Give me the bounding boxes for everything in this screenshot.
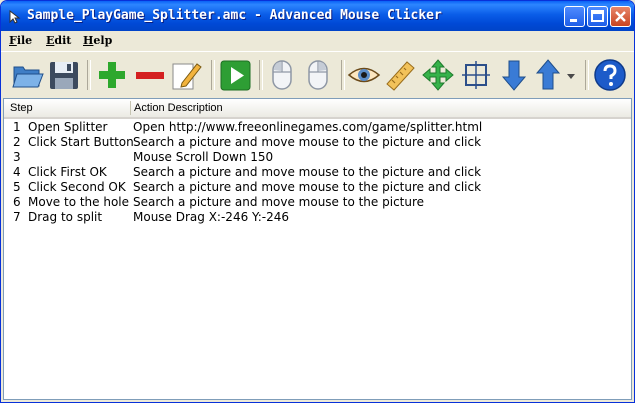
delete-minus-icon	[136, 72, 164, 79]
open-button[interactable]	[11, 58, 45, 92]
menu-file[interactable]: File	[9, 34, 32, 47]
row-number: 3	[13, 150, 21, 164]
menu-bar: File Edit Help	[1, 31, 634, 51]
row-step: Click Start Button	[28, 135, 134, 149]
play-icon	[220, 60, 251, 91]
move-arrows-icon	[422, 59, 454, 91]
minimize-icon	[570, 19, 577, 22]
ruler-icon	[386, 61, 415, 91]
close-button[interactable]	[610, 6, 631, 27]
row-number: 7	[13, 210, 21, 224]
move-down-button[interactable]	[497, 58, 531, 92]
row-step: Drag to split	[28, 210, 103, 224]
toolbar-separator	[585, 60, 589, 90]
app-mouse-icon	[9, 9, 21, 24]
open-folder-icon	[12, 66, 44, 88]
save-button[interactable]	[47, 58, 81, 92]
maximize-icon	[591, 10, 604, 22]
table-row[interactable]: 7 Drag to split Mouse Drag X:-246 Y:-246	[4, 210, 631, 225]
close-icon	[615, 11, 626, 22]
column-header-step[interactable]: Step	[10, 102, 33, 114]
table-row[interactable]: 6 Move to the hole Search a picture and …	[4, 195, 631, 210]
edit-step-button[interactable]	[169, 58, 203, 92]
row-step: Move to the hole	[28, 195, 130, 209]
row-description: Mouse Scroll Down 150	[133, 150, 274, 164]
maximize-button[interactable]	[587, 6, 608, 27]
mouse-left-click-button[interactable]	[265, 58, 299, 92]
table-row[interactable]: 4 Click First OK Search a picture and mo…	[4, 165, 631, 180]
action-list[interactable]: Step Action Description 1 Open Splitter …	[3, 98, 632, 400]
row-step: Open Splitter	[28, 120, 108, 134]
toolbar-separator	[259, 60, 263, 90]
arrow-up-icon	[535, 59, 561, 90]
edit-pencil-icon	[172, 63, 202, 90]
mouse-right-click-button[interactable]	[301, 58, 335, 92]
row-description: Search a picture and move mouse to the p…	[133, 195, 425, 209]
add-plus-icon	[99, 62, 125, 88]
menu-edit[interactable]: Edit	[46, 34, 71, 47]
column-divider[interactable]	[130, 101, 131, 115]
row-number: 6	[13, 195, 21, 209]
add-step-button[interactable]	[95, 58, 129, 92]
row-number: 4	[13, 165, 21, 179]
row-description: Mouse Drag X:-246 Y:-246	[133, 210, 290, 224]
play-button[interactable]	[219, 58, 253, 92]
mouse-left-click-icon	[272, 60, 292, 90]
column-header-action-description[interactable]: Action Description	[134, 102, 223, 114]
crop-frame-icon	[462, 61, 490, 89]
toolbar	[1, 51, 634, 98]
row-step: Click First OK	[28, 165, 107, 179]
view-picture-button[interactable]	[347, 58, 381, 92]
row-number: 5	[13, 180, 21, 194]
window-title: Sample_PlayGame_Splitter.amc - Advanced …	[27, 8, 442, 23]
row-description: Open http://www.freeonlinegames.com/game…	[133, 120, 483, 134]
list-header: Step Action Description	[4, 99, 631, 119]
more-dropdown-button[interactable]	[564, 58, 578, 92]
table-row[interactable]: 5 Click Second OK Search a picture and m…	[4, 180, 631, 195]
toolbar-separator	[211, 60, 215, 90]
eye-icon	[347, 67, 381, 83]
move-button[interactable]	[421, 58, 455, 92]
app-window: Sample_PlayGame_Splitter.amc - Advanced …	[0, 0, 635, 403]
help-button[interactable]	[593, 58, 627, 92]
dropdown-chevron-icon	[567, 74, 575, 79]
row-step: Click Second OK	[28, 180, 126, 194]
row-description: Search a picture and move mouse to the p…	[133, 135, 482, 149]
row-description: Search a picture and move mouse to the p…	[133, 180, 482, 194]
table-row[interactable]: 1 Open Splitter Open http://www.freeonli…	[4, 120, 631, 135]
title-bar[interactable]: Sample_PlayGame_Splitter.amc - Advanced …	[1, 1, 634, 31]
arrow-down-icon	[501, 60, 527, 91]
mouse-right-click-icon	[308, 60, 328, 90]
table-row[interactable]: 2 Click Start Button Search a picture an…	[4, 135, 631, 150]
toolbar-separator	[87, 60, 91, 90]
delete-step-button[interactable]	[133, 58, 167, 92]
toolbar-separator	[341, 60, 345, 90]
table-row[interactable]: 3 Mouse Scroll Down 150	[4, 150, 631, 165]
row-number: 1	[13, 120, 21, 134]
help-icon	[594, 59, 626, 91]
ruler-button[interactable]	[383, 58, 417, 92]
minimize-button[interactable]	[564, 6, 585, 27]
move-up-button[interactable]	[531, 58, 565, 92]
save-disk-icon	[50, 62, 78, 89]
menu-help[interactable]: Help	[83, 34, 112, 47]
select-area-button[interactable]	[459, 58, 493, 92]
row-description: Search a picture and move mouse to the p…	[133, 165, 482, 179]
row-number: 2	[13, 135, 21, 149]
